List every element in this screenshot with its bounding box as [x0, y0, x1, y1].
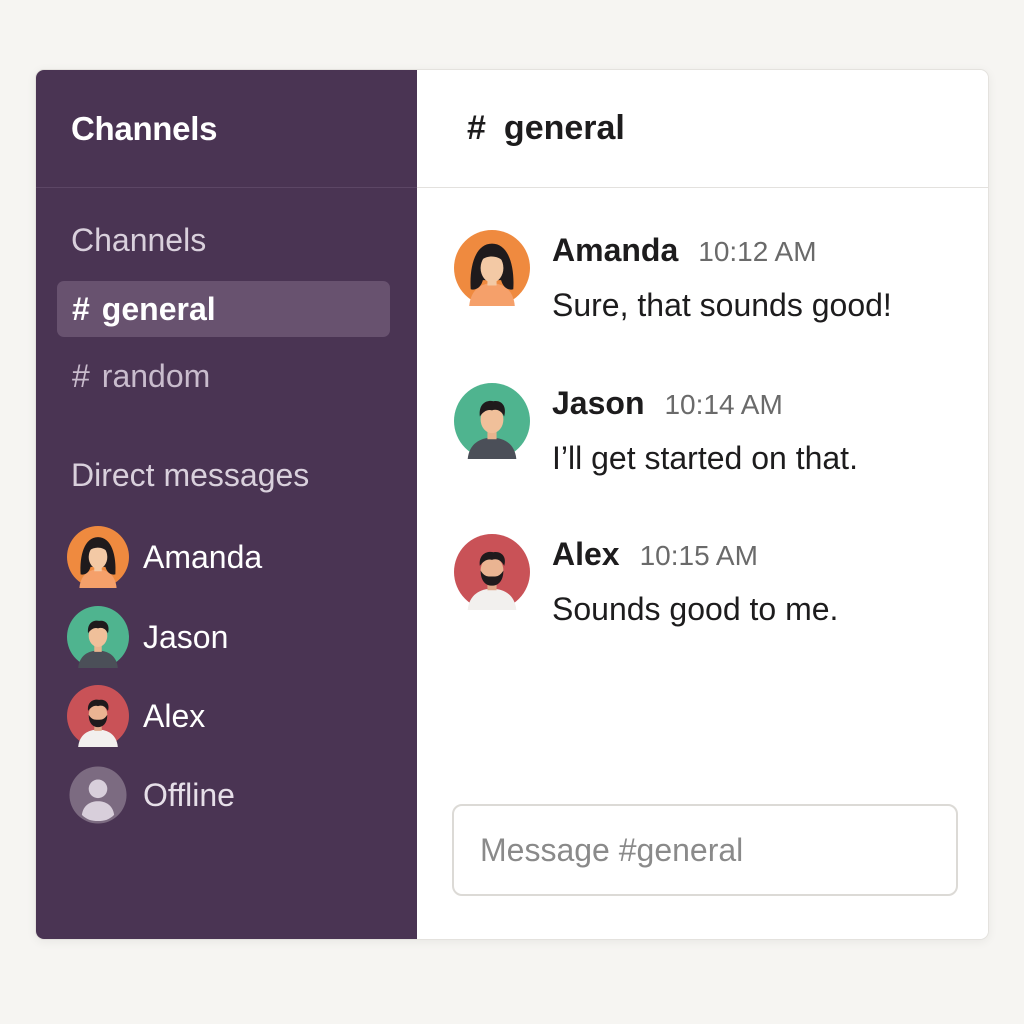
message-item: Amanda 10:12 AM Sure, that sounds good! — [454, 230, 892, 324]
message-input[interactable] — [478, 830, 956, 870]
chat-app-window: Channels Channels # general # random Dir… — [35, 69, 989, 940]
message-body: Alex 10:15 AM Sounds good to me. — [552, 534, 838, 628]
message-timestamp[interactable]: 10:15 AM — [640, 540, 758, 572]
avatar[interactable] — [454, 383, 530, 459]
bearded-avatar-icon — [67, 685, 129, 747]
dm-item-offline[interactable]: Offline — [67, 764, 235, 826]
dm-label: Amanda — [143, 538, 263, 575]
avatar[interactable] — [454, 230, 530, 306]
message-composer[interactable] — [452, 804, 958, 896]
message-body: Amanda 10:12 AM Sure, that sounds good! — [552, 230, 892, 324]
message-timestamp[interactable]: 10:14 AM — [664, 389, 782, 421]
message-timestamp[interactable]: 10:12 AM — [698, 236, 816, 268]
dm-label: Offline — [143, 776, 235, 813]
message-meta: Jason 10:14 AM — [552, 385, 858, 422]
message-item: Alex 10:15 AM Sounds good to me. — [454, 534, 838, 628]
channel-item-random[interactable]: # random — [57, 348, 390, 404]
dm-label: Jason — [143, 618, 229, 655]
message-meta: Alex 10:15 AM — [552, 536, 838, 573]
channels-section-label[interactable]: Channels — [71, 222, 206, 259]
channel-title[interactable]: general — [504, 109, 625, 148]
male-avatar-icon — [454, 383, 530, 459]
female-avatar-icon — [454, 230, 530, 306]
channel-header: # general — [417, 70, 988, 188]
dm-label: Alex — [143, 697, 206, 734]
male-avatar-icon — [67, 606, 129, 668]
workspace-title: Channels — [71, 109, 218, 147]
message-text: Sounds good to me. — [552, 591, 839, 627]
message-text: Sure, that sounds good! — [552, 287, 892, 323]
default-user-icon — [69, 766, 127, 824]
sidebar-header: Channels — [36, 70, 417, 188]
avatar — [67, 764, 129, 826]
bearded-avatar-icon — [454, 534, 530, 610]
dm-item-amanda[interactable]: Amanda — [67, 526, 262, 588]
channel-hash-icon: # — [72, 357, 90, 394]
message-author[interactable]: Amanda — [552, 232, 678, 269]
main-panel: # general Amanda 10:12 AM Sure, that sou… — [417, 70, 988, 939]
dm-item-alex[interactable]: Alex — [67, 685, 205, 747]
female-avatar-icon — [67, 526, 129, 588]
avatar — [67, 606, 129, 668]
channel-item-general[interactable]: # general — [57, 281, 390, 337]
channel-label: random — [101, 357, 211, 394]
sidebar: Channels Channels # general # random Dir… — [36, 70, 417, 939]
message-meta: Amanda 10:12 AM — [552, 232, 892, 269]
dm-item-jason[interactable]: Jason — [67, 606, 228, 668]
channel-hash-icon: # — [467, 109, 486, 147]
message-author[interactable]: Alex — [552, 536, 620, 573]
message-text: I’ll get started on that. — [552, 440, 858, 476]
channel-hash-icon: # — [72, 290, 90, 327]
avatar — [67, 526, 129, 588]
avatar — [67, 685, 129, 747]
message-body: Jason 10:14 AM I’ll get started on that. — [552, 383, 858, 477]
message-author[interactable]: Jason — [552, 385, 644, 422]
channel-label: general — [101, 290, 216, 327]
message-item: Jason 10:14 AM I’ll get started on that. — [454, 383, 858, 477]
avatar[interactable] — [454, 534, 530, 610]
direct-messages-section-label[interactable]: Direct messages — [71, 457, 309, 494]
